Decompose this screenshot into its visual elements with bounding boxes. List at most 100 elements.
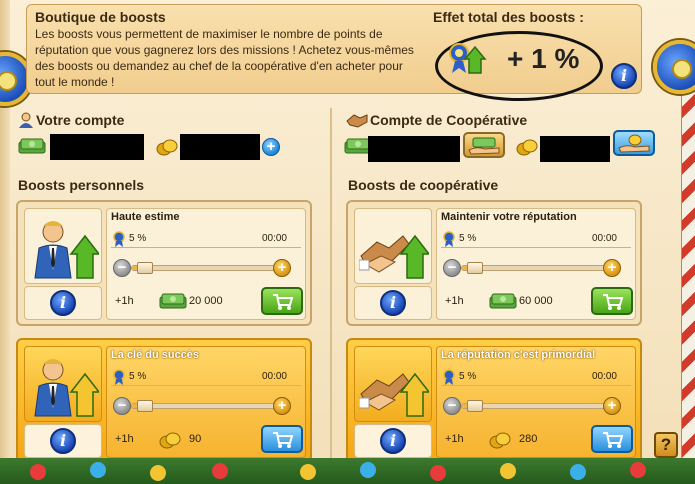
boost-card: i La clé du succès 5 % 00:00 − + +1h 90 (16, 338, 312, 464)
boost-details: Haute estime 5 % 00:00 − + +1h 20 000 (106, 208, 306, 320)
boost-cost: 60 000 (519, 295, 553, 307)
boost-info-slot: i (24, 286, 102, 320)
bauble-decoration (570, 464, 586, 480)
duration-slider-track[interactable] (131, 265, 285, 271)
boost-image (354, 346, 432, 422)
boost-info-slot: i (24, 424, 102, 458)
increase-duration-button[interactable]: + (273, 397, 291, 415)
ribbon-icon (113, 369, 125, 385)
coop-boosts-title: Boosts de coopérative (348, 177, 499, 193)
boost-card: i La réputation c'est primordial 5 % 00:00 −… (346, 338, 642, 464)
candy-pole-decoration (681, 90, 695, 470)
coop-money-deposit-button[interactable] (463, 132, 505, 158)
coop-coin-deposit-button[interactable] (613, 130, 655, 156)
boost-details: Maintenir votre réputation 5 % 00:00 − + +1h 6… (436, 208, 636, 320)
duration-slider-track[interactable] (461, 265, 615, 271)
cart-icon (603, 432, 624, 448)
boost-image (24, 346, 102, 422)
duration-slider-track[interactable] (461, 403, 615, 409)
boost-ribbon-arrow-icon (449, 43, 487, 74)
boost-info-slot: i (354, 286, 432, 320)
bauble-decoration (630, 462, 646, 478)
boost-cost: 90 (189, 433, 202, 445)
boost-card: i Maintenir votre réputation 5 % 00:00 − + +1h… (346, 200, 642, 326)
bauble-decoration (360, 462, 376, 478)
boost-info-icon[interactable]: i (380, 428, 406, 454)
ribbon-icon (443, 369, 455, 385)
increase-duration-button[interactable]: + (273, 259, 291, 277)
duration-slider-handle[interactable] (467, 400, 483, 412)
boost-info-slot: i (354, 424, 432, 458)
coin-icon (159, 431, 181, 454)
boost-percent: 5 % (129, 233, 147, 244)
bauble-decoration (150, 465, 166, 481)
money-icon (18, 138, 46, 154)
cart-icon (603, 294, 624, 310)
boost-duration: +1h (445, 433, 464, 445)
ribbon-icon (443, 231, 455, 247)
ribbon-icon (113, 369, 125, 385)
boost-separator (111, 247, 301, 248)
coin-icon (489, 432, 511, 449)
duration-slider-handle[interactable] (137, 400, 153, 412)
boost-duration: +1h (445, 295, 464, 307)
boost-title: Maintenir votre réputation (441, 211, 577, 223)
boost-details: La réputation c'est primordial 5 % 00:00 − +… (436, 346, 636, 458)
hand-money-icon (468, 137, 500, 155)
coop-coin-balance-redacted (540, 136, 610, 162)
boost-info-icon[interactable]: i (50, 428, 76, 454)
bauble-decoration (300, 464, 316, 480)
buy-boost-button[interactable] (261, 425, 303, 453)
boost-info-icon[interactable]: i (380, 290, 406, 316)
boost-separator (441, 385, 631, 386)
help-button[interactable]: ? (654, 432, 678, 458)
bauble-decoration (430, 465, 446, 481)
effect-total-label: Effet total des boosts : (433, 9, 584, 25)
boost-timer: 00:00 (591, 233, 617, 244)
header-info-icon[interactable]: i (611, 63, 637, 89)
bauble-decoration (500, 463, 516, 479)
ribbon-icon (113, 231, 125, 247)
handshake-arrow-icon (359, 234, 429, 279)
coop-account-title: Compte de Coopérative (370, 112, 528, 128)
buy-boost-button[interactable] (261, 287, 303, 315)
coop-coin-icon (516, 139, 538, 156)
duration-slider-handle[interactable] (137, 262, 153, 274)
duration-slider-handle[interactable] (467, 262, 483, 274)
ribbon-icon (443, 369, 455, 385)
christmas-garland-decoration (0, 458, 695, 484)
boost-title: La clé du succès (111, 349, 200, 361)
ribbon-icon (443, 231, 455, 247)
personal-account-title: Votre compte (36, 112, 125, 128)
boost-info-icon[interactable]: i (50, 290, 76, 316)
boost-cost: 20 000 (189, 295, 223, 307)
increase-duration-button[interactable]: + (603, 397, 621, 415)
decrease-duration-button[interactable]: − (443, 259, 461, 277)
decrease-duration-button[interactable]: − (113, 259, 131, 277)
decrease-duration-button[interactable]: − (113, 397, 131, 415)
money-icon (489, 293, 517, 309)
coop-money-balance-redacted (368, 136, 460, 162)
money-icon (489, 293, 517, 314)
add-currency-button[interactable]: + (262, 138, 280, 156)
boost-duration: +1h (115, 295, 134, 307)
decrease-duration-button[interactable]: − (443, 397, 461, 415)
boost-percent: 5 % (459, 233, 477, 244)
boost-title: Haute estime (111, 211, 180, 223)
cart-icon (273, 294, 294, 310)
effect-total-value: + 1 % (507, 43, 580, 74)
hand-coin-icon (618, 134, 650, 153)
user-icon (19, 112, 33, 128)
boost-timer: 00:00 (591, 371, 617, 382)
boost-image (354, 208, 432, 284)
handshake-icon (346, 114, 368, 128)
duration-slider-track[interactable] (131, 403, 285, 409)
increase-duration-button[interactable]: + (603, 259, 621, 277)
buy-boost-button[interactable] (591, 287, 633, 315)
cart-icon (273, 432, 294, 448)
column-divider (330, 108, 332, 458)
buy-boost-button[interactable] (591, 425, 633, 453)
businessman-arrow-icon (34, 359, 99, 417)
bauble-decoration (212, 463, 228, 479)
bauble-decoration (90, 462, 106, 478)
